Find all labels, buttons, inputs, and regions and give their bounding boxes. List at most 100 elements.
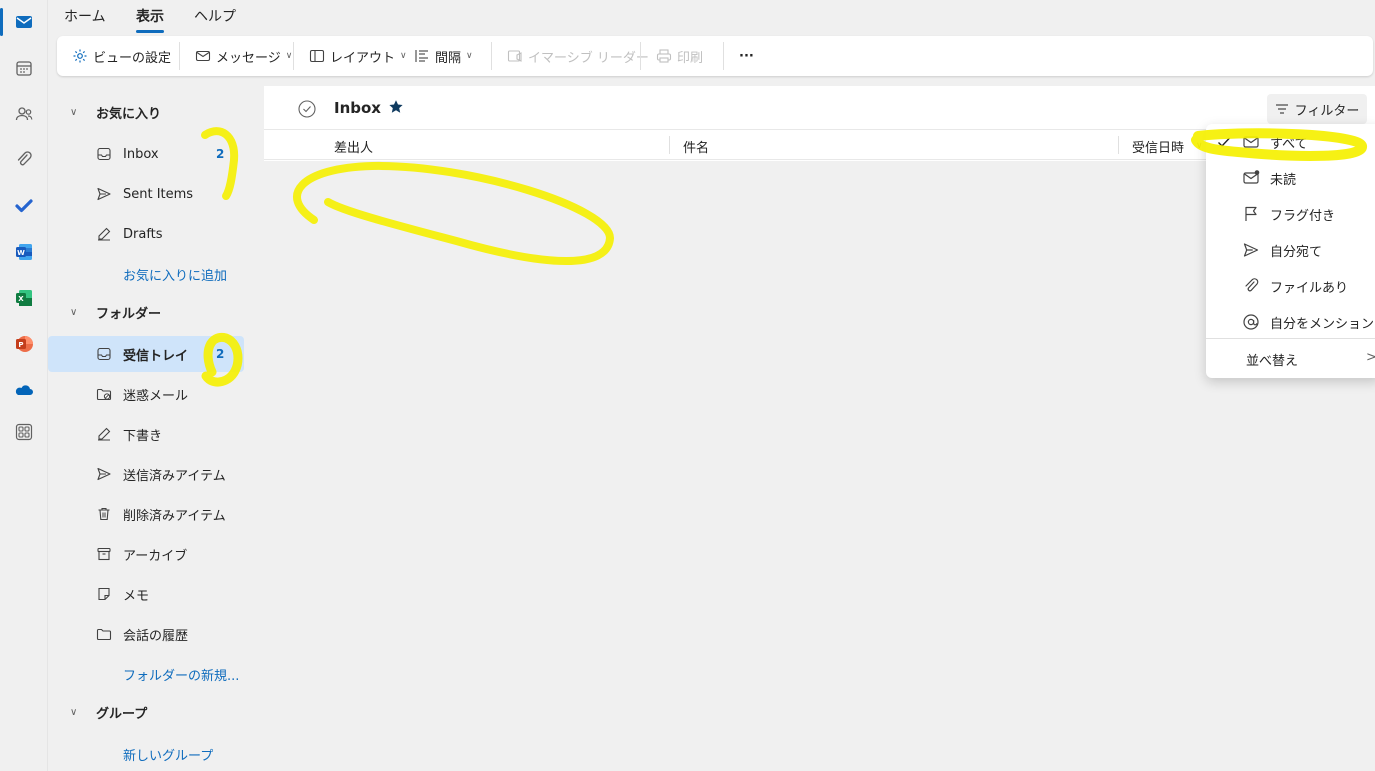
column-divider[interactable] <box>669 136 670 154</box>
sort-chevron-icon[interactable]: ∨ <box>1196 141 1203 151</box>
immersive-reader-button[interactable]: イマーシブ リーダー <box>507 46 649 66</box>
archive-icon <box>97 547 111 561</box>
svg-text:X: X <box>18 295 24 303</box>
filter-option-label: すべて <box>1270 136 1308 152</box>
folder-item[interactable]: 下書き <box>48 416 244 452</box>
menu-divider <box>1206 338 1375 339</box>
filter-option-label: 未読 <box>1270 172 1297 188</box>
ribbon-divider <box>179 42 180 70</box>
inbox-icon <box>97 347 111 361</box>
folder-item[interactable]: メモ <box>48 576 244 612</box>
column-subject[interactable]: 件名 <box>683 137 709 156</box>
folder-item[interactable]: アーカイブ <box>48 536 244 572</box>
send-icon <box>97 187 111 201</box>
app-bar-selection-indicator <box>0 8 3 36</box>
new-group-link[interactable]: 新しいグループ <box>48 736 244 771</box>
layout-button[interactable]: レイアウト ∨ <box>309 46 407 66</box>
select-all-circle-icon[interactable] <box>298 100 316 118</box>
filter-option[interactable]: 自分宛て <box>1206 232 1375 268</box>
ribbon-divider <box>723 42 724 70</box>
filter-option[interactable]: 自分をメンション <box>1206 304 1375 340</box>
chevron-down-icon: ∨ <box>70 106 78 118</box>
ribbon-divider <box>640 42 641 70</box>
pencil-icon <box>98 427 111 441</box>
chevron-down-icon: ∨ <box>400 51 407 61</box>
mail-app-icon[interactable] <box>12 10 36 34</box>
folder-item-label: 送信済みアイテム <box>123 468 226 484</box>
folder-item[interactable]: 送信済みアイテム <box>48 456 244 492</box>
sort-menu-item[interactable]: 並べ替え <box>1246 350 1298 369</box>
add-favorite-link[interactable]: お気に入りに追加 <box>48 256 244 292</box>
immersive-reader-label: イマーシブ リーダー <box>528 50 649 66</box>
tab-home[interactable]: ホーム <box>64 6 106 26</box>
svg-text:P: P <box>18 341 23 349</box>
filter-option[interactable]: フラグ付き <box>1206 196 1375 232</box>
folder-title: Inbox <box>334 99 381 117</box>
groups-header[interactable]: ∨ グループ <box>48 694 244 730</box>
note-icon <box>98 587 110 601</box>
message-button[interactable]: メッセージ ∨ <box>195 46 292 66</box>
chevron-down-icon: ∨ <box>466 51 473 61</box>
paperclip-icon <box>1245 278 1259 292</box>
column-sender[interactable]: 差出人 <box>334 137 373 156</box>
filter-option-label: ファイルあり <box>1270 280 1349 296</box>
folder-item[interactable]: 受信トレイ 2 <box>48 336 244 372</box>
new-folder-link[interactable]: フォルダーの新規... <box>48 656 244 692</box>
powerpoint-app-icon[interactable]: P <box>12 332 36 356</box>
filter-option[interactable]: 未読 <box>1206 160 1375 196</box>
folder-icon <box>96 628 112 641</box>
filter-option[interactable]: ファイルあり <box>1206 268 1375 304</box>
more-apps-icon[interactable] <box>12 420 36 444</box>
filter-option[interactable]: すべて <box>1206 124 1375 160</box>
folders-header[interactable]: ∨ フォルダー <box>48 294 244 330</box>
pencil-icon <box>98 227 111 241</box>
column-divider[interactable] <box>1118 136 1119 154</box>
print-button[interactable]: 印刷 <box>656 46 703 66</box>
app-bar: W X P <box>0 0 48 771</box>
folder-pane: ∨ お気に入り Inbox 2 Sent Items Drafts お気に入りに追加 … <box>48 86 262 771</box>
paperclip-app-icon[interactable] <box>12 148 36 172</box>
todo-app-icon[interactable] <box>12 194 36 218</box>
column-received[interactable]: 受信日時 <box>1132 137 1184 156</box>
tab-help[interactable]: ヘルプ <box>194 6 236 26</box>
inbox-icon <box>97 147 111 161</box>
tab-view[interactable]: 表示 <box>136 6 164 33</box>
ribbon-divider <box>491 42 492 70</box>
onedrive-app-icon[interactable] <box>12 378 36 402</box>
junk-folder-icon <box>96 388 112 401</box>
folder-item-label: メモ <box>123 588 150 604</box>
calendar-app-icon[interactable] <box>12 56 36 80</box>
spacing-button[interactable]: 間隔 ∨ <box>414 46 473 66</box>
filter-button[interactable]: フィルター <box>1267 94 1367 124</box>
filter-option-label: 自分をメンション <box>1270 316 1375 332</box>
favorite-item[interactable]: Drafts <box>48 216 244 252</box>
view-settings-button[interactable]: ビューの設定 <box>72 46 171 66</box>
send-icon <box>97 467 111 481</box>
favorite-item-label: Inbox <box>123 146 159 162</box>
unread-count-badge: 2 <box>216 347 225 361</box>
favorites-header[interactable]: ∨ お気に入り <box>48 94 244 130</box>
folder-item-label: 迷惑メール <box>123 388 189 404</box>
word-app-icon[interactable]: W <box>12 240 36 264</box>
folder-item[interactable]: 削除済みアイテム <box>48 496 244 532</box>
people-app-icon[interactable] <box>12 102 36 126</box>
print-label: 印刷 <box>677 50 704 66</box>
ribbon-divider <box>293 42 294 70</box>
chevron-down-icon: ∨ <box>70 306 78 318</box>
favorite-item[interactable]: Inbox 2 <box>48 136 244 172</box>
new-group-label: 新しいグループ <box>123 748 214 764</box>
folder-item-label: 削除済みアイテム <box>123 508 226 524</box>
star-icon[interactable] <box>388 99 404 115</box>
checkmark-icon <box>1218 137 1231 148</box>
favorite-item[interactable]: Sent Items <box>48 176 244 212</box>
folder-item-label: 受信トレイ <box>123 348 189 364</box>
excel-app-icon[interactable]: X <box>12 286 36 310</box>
view-settings-label: ビューの設定 <box>93 50 172 66</box>
folder-item[interactable]: 迷惑メール <box>48 376 244 412</box>
folder-item[interactable]: 会話の履歴 <box>48 616 244 652</box>
more-options-button[interactable]: ··· <box>739 46 754 66</box>
envelope-icon <box>195 50 211 62</box>
unread-mail-icon <box>1243 170 1260 184</box>
spacing-icon <box>415 50 428 62</box>
flag-icon <box>1245 206 1257 221</box>
